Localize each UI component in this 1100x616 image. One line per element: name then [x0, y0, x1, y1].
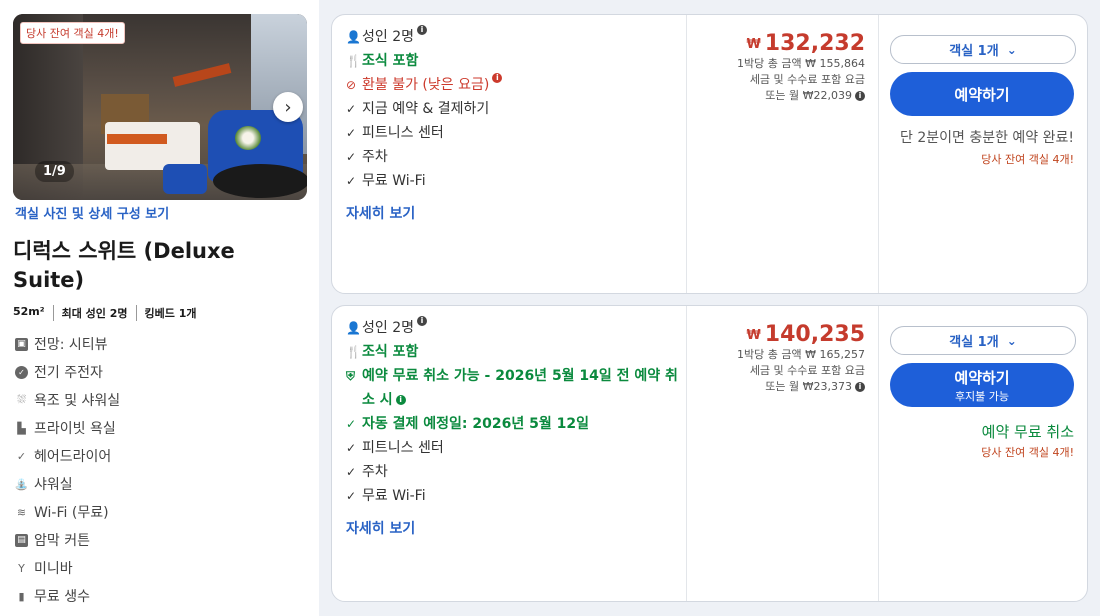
offer-feature: ✓ 피트니스 센터 [346, 121, 681, 145]
info-icon[interactable]: i [855, 382, 865, 392]
photo-counter: 1/9 [35, 161, 74, 182]
check-icon: ✓ [346, 174, 357, 188]
price-tax-note: 세금 및 수수료 포함 요금 [749, 73, 865, 86]
offer-feature: ✓ 무료 Wi-Fi [346, 484, 681, 508]
room-max-guests: 최대 성인 2명 [52, 305, 136, 321]
offer-guests: 👤 성인 2명 i [346, 316, 681, 340]
wifi-icon: ≋ [16, 505, 27, 519]
shield-check-icon: ⛨ [346, 369, 356, 383]
water-bottle-icon: ▮ [18, 589, 25, 603]
chevron-down-icon: ⌄ [1006, 42, 1017, 57]
info-icon[interactable]: i [417, 25, 427, 35]
person-icon: 👤 [346, 30, 361, 44]
offer-refund-policy: ⊘ 환불 불가 (낮은 요금) i [346, 73, 681, 97]
check-icon: ✓ [346, 441, 357, 455]
offer-free-cancellation: ⛨ 예약 무료 취소 가능 - 2026년 5월 14일 전 예약 취소 시i [346, 364, 681, 412]
more-details-link[interactable]: 자세히 보기 [346, 203, 415, 223]
offer-features: 👤 성인 2명 i 🍴 조식 포함 ⊘ 환불 불가 (낮은 요금) i ✓ 지금 예약 & … [346, 25, 681, 223]
check-icon: ✓ [346, 102, 357, 116]
no-entry-icon: ⊘ [346, 78, 357, 92]
amenity-item: ✓ 헤어드라이어 [16, 449, 112, 465]
room-title: 디럭스 스위트 (Deluxe Suite) [13, 239, 235, 292]
room-count-select[interactable]: 객실 1개 ⌄ [890, 35, 1076, 64]
offer-guests: 👤 성인 2명 i [346, 25, 681, 49]
offer-price: ₩132,232 [746, 31, 865, 56]
offer-breakfast: 🍴 조식 포함 [346, 340, 681, 364]
room-count-select[interactable]: 객실 1개 ⌄ [890, 326, 1076, 355]
offer-feature: ✓ 지금 예약 & 결제하기 [346, 97, 681, 121]
amenity-item: ⛲ 샤워실 [14, 477, 73, 493]
offer-feature: ✓ 주차 [346, 145, 681, 169]
room-photo[interactable]: 당사 잔여 객실 4개! 1/9 › [13, 14, 307, 200]
rate-offer-card: 👤 성인 2명 i 🍴 조식 포함 ⛨ 예약 무료 취소 가능 - 2026년 5월 1… [331, 305, 1088, 602]
info-icon[interactable]: i [395, 395, 406, 405]
check-icon: ✓ [346, 150, 357, 164]
offer-feature: ✓ 피트니스 센터 [346, 436, 681, 460]
price-per-night: 1박당 총 금액 ₩ 155,864 [737, 57, 865, 70]
price-monthly: 또는 월 ₩23,373 i [687, 379, 865, 395]
amenity-item: ✓ 전기 주전자 [15, 358, 305, 386]
room-size: 52m² [13, 305, 45, 318]
offer-price: ₩140,235 [746, 322, 865, 347]
offer-feature: ✓ 무료 Wi-Fi [346, 169, 681, 193]
amenity-item: ▙ 프라이빗 욕실 [15, 414, 305, 442]
amenity-list: ▣ 전망: 시티뷰 ✓ 전기 주전자 ⛆ 욕조 및 샤워실 ▙ 프라이빗 욕실 ✓ 헤어드… [15, 330, 305, 610]
toilet-icon: ▙ [17, 421, 26, 435]
offer-breakfast: 🍴 조식 포함 [346, 49, 681, 73]
room-photos-link[interactable]: 객실 사진 및 상세 구성 보기 [15, 203, 169, 222]
info-icon[interactable]: i [492, 73, 503, 83]
offer-features: 👤 성인 2명 i 🍴 조식 포함 ⛨ 예약 무료 취소 가능 - 2026년 5월 1… [346, 316, 681, 538]
room-info-panel: 당사 잔여 객실 4개! 1/9 › 객실 사진 및 상세 구성 보기 디럭스 … [0, 0, 319, 616]
book-button[interactable]: 예약하기 [890, 72, 1074, 116]
shower-icon: ⛲ [14, 477, 29, 491]
offer-actions: 객실 1개 ⌄ 예약하기 후지불 가능 예약 무료 취소 당사 잔여 객실 4개! [890, 326, 1076, 460]
amenity-item: ≋ Wi-Fi (무료) [16, 505, 109, 521]
offer-price-block: ₩140,235 1박당 총 금액 ₩ 165,257 세금 및 수수료 포함 … [687, 322, 865, 395]
person-icon: 👤 [346, 321, 361, 335]
booking-speed-note: 단 2분이면 충분한 예약 완료! [900, 130, 1074, 146]
room-specs: 52m² 최대 성인 2명 킹베드 1개 [13, 305, 204, 321]
info-icon[interactable]: i [417, 316, 427, 326]
rooms-left-badge: 당사 잔여 객실 4개! [20, 22, 125, 44]
price-tax-note: 세금 및 수수료 포함 요금 [749, 364, 865, 377]
check-icon: ✓ [346, 465, 357, 479]
amenity-item: Y 미니바 [15, 554, 305, 582]
check-icon: ✓ [16, 449, 27, 463]
bathtub-icon: ⛆ [17, 393, 26, 406]
rate-offer-card: 👤 성인 2명 i 🍴 조식 포함 ⊘ 환불 불가 (낮은 요금) i ✓ 지금 예약 & … [331, 14, 1088, 294]
price-monthly: 또는 월 ₩22,039 i [687, 88, 865, 104]
check-icon: ✓ [346, 417, 357, 431]
cutlery-icon: 🍴 [346, 345, 361, 359]
offer-feature: ✓ 주차 [346, 460, 681, 484]
rooms-left-note: 당사 잔여 객실 4개! [981, 446, 1074, 459]
check-icon: ✓ [346, 489, 357, 503]
next-photo-button[interactable]: › [273, 92, 303, 122]
cutlery-icon: 🍴 [346, 54, 361, 68]
minibar-icon: Y [18, 561, 25, 575]
chevron-right-icon: › [284, 96, 292, 118]
rooms-left-note: 당사 잔여 객실 4개! [981, 153, 1074, 166]
room-bed: 킹베드 1개 [135, 305, 205, 321]
amenity-item: ▣ 전망: 시티뷰 [15, 330, 305, 358]
more-details-link[interactable]: 자세히 보기 [346, 518, 415, 538]
amenity-item: ▮ 무료 생수 [15, 582, 305, 610]
price-per-night: 1박당 총 금액 ₩ 165,257 [737, 348, 865, 361]
check-icon: ✓ [346, 126, 357, 140]
view-icon: ▣ [15, 337, 28, 351]
amenity-item: ⛆ 욕조 및 샤워실 [15, 386, 305, 414]
offer-actions: 객실 1개 ⌄ 예약하기 단 2분이면 충분한 예약 완료! 당사 잔여 객실 4… [890, 35, 1076, 167]
chevron-down-icon: ⌄ [1006, 333, 1017, 348]
curtain-icon: ▤ [15, 533, 28, 547]
offer-auto-payment: ✓ 자동 결제 예정일: 2026년 5월 12일 [346, 412, 681, 436]
kettle-icon: ✓ [15, 365, 28, 379]
book-button[interactable]: 예약하기 후지불 가능 [890, 363, 1074, 407]
offer-price-block: ₩132,232 1박당 총 금액 ₩ 155,864 세금 및 수수료 포함 … [687, 31, 865, 104]
free-cancel-note: 예약 무료 취소 [981, 423, 1074, 441]
amenity-item: ▤ 암막 커튼 [15, 526, 305, 554]
info-icon[interactable]: i [855, 91, 865, 101]
